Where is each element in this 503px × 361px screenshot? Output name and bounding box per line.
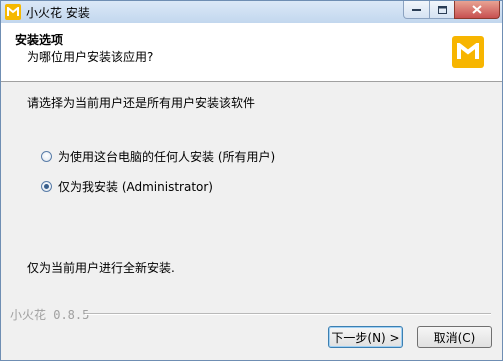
page-title: 安装选项: [15, 33, 64, 47]
next-button[interactable]: 下一步(N) >: [328, 326, 403, 348]
close-button[interactable]: [454, 1, 500, 19]
app-logo-icon: [5, 4, 21, 20]
description-text: 仅为当前用户进行全新安装.: [27, 261, 175, 275]
minimize-icon: [412, 8, 421, 11]
option-current-user-label[interactable]: 仅为我安装 (Administrator): [58, 178, 213, 195]
radio-current-user[interactable]: [41, 181, 52, 192]
radio-all-users[interactable]: [41, 151, 52, 162]
header-panel: 安装选项 为哪位用户安装该应用?: [1, 23, 502, 82]
cancel-button[interactable]: 取消(C): [417, 326, 492, 348]
brand-logo-icon: [452, 36, 484, 68]
title-bar[interactable]: 小火花 安装: [1, 1, 502, 23]
maximize-button[interactable]: [429, 1, 455, 19]
installer-window: 小火花 安装 安装选项 为哪位用户安装该应用? 请选择为当前用户还是所有用户安装…: [0, 0, 503, 361]
branding-text: 小火花 0.8.5: [10, 308, 90, 322]
maximize-icon: [437, 5, 447, 14]
instruction-text: 请选择为当前用户还是所有用户安装该软件: [27, 96, 256, 110]
close-icon: [472, 5, 482, 14]
window-title: 小火花 安装: [26, 6, 90, 20]
page-subtitle: 为哪位用户安装该应用?: [27, 50, 154, 64]
minimize-button[interactable]: [403, 1, 430, 19]
option-current-user[interactable]: 仅为我安装 (Administrator): [41, 178, 213, 195]
footer-separator: [85, 313, 491, 315]
option-all-users-label[interactable]: 为使用这台电脑的任何人安装 (所有用户): [58, 148, 275, 165]
option-all-users[interactable]: 为使用这台电脑的任何人安装 (所有用户): [41, 148, 275, 165]
